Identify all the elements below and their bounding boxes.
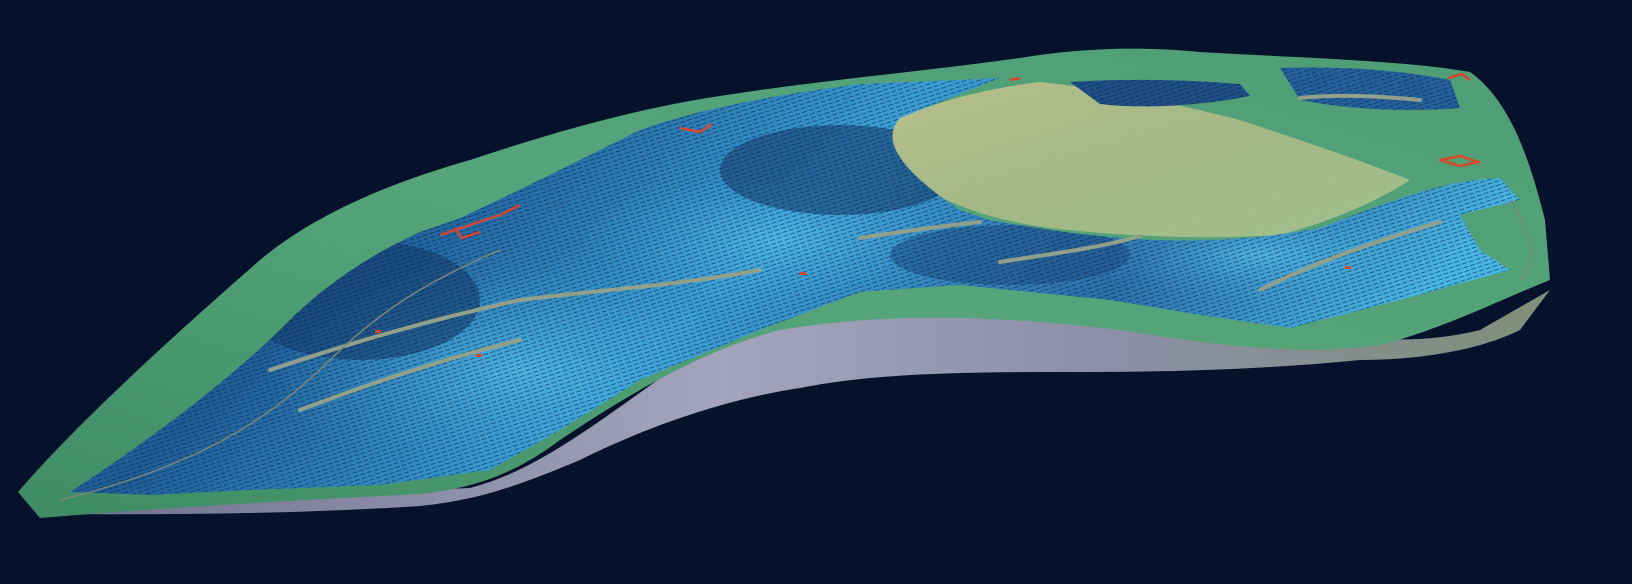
solar-farm-terrain-scene[interactable]	[0, 0, 1632, 584]
3d-viewport[interactable]	[0, 0, 1632, 584]
